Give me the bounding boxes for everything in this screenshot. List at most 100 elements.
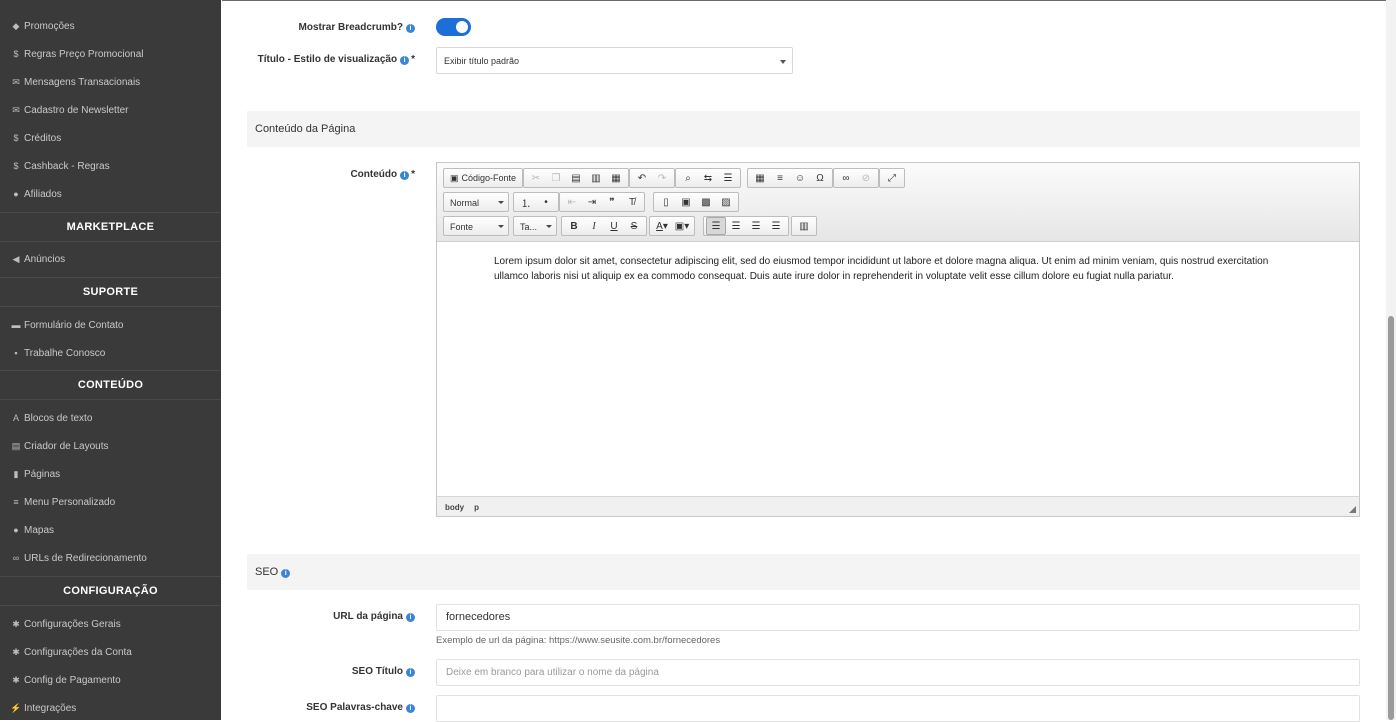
image-icon[interactable]: ▨ [716,193,736,211]
info-icon[interactable]: i [400,171,410,180]
sidebar-item-urls-de-redirecionamento[interactable]: ∞ URLs de Redirecionamento [0,544,221,572]
envelope-icon: ✉ [12,76,20,87]
dollar-icon: $ [13,49,19,59]
section-seo: SEO i [247,554,1360,590]
undo-icon[interactable]: ↶ [632,169,652,187]
sidebar-item-blocos-de-texto[interactable]: A Blocos de texto [0,404,221,432]
align-center-icon[interactable]: ☰ [726,217,746,235]
special-char-icon[interactable]: Ω [810,169,830,187]
bulleted-list-icon[interactable]: • [536,193,556,211]
bullhorn-icon: ◀ [12,253,20,264]
resize-handle-icon[interactable] [1349,506,1356,513]
editor-body[interactable]: Lorem ipsum dolor sit amet, consectetur … [437,242,1359,496]
document-icon[interactable]: ▯ [656,193,676,211]
background-color-icon[interactable]: ▣▾ [672,217,692,235]
outdent-icon[interactable]: ⇤ [562,193,582,211]
scrollbar[interactable] [1386,0,1396,720]
sidebar-item-mensagens-transacionais[interactable]: ✉ Mensagens Transacionais [0,68,221,96]
strike-icon[interactable]: S [624,217,644,235]
text-color-icon[interactable]: A ▾ [652,217,672,235]
info-icon[interactable]: i [406,613,415,622]
horizontal-line-icon[interactable]: ≡ [770,169,790,187]
align-left-icon[interactable]: ☰ [706,217,726,235]
sidebar-item-cr-ditos[interactable]: $ Créditos [0,124,221,152]
copy-icon[interactable]: ❐ [546,169,566,187]
paste-word-icon[interactable]: ▦ [606,169,626,187]
breadcrumb-toggle[interactable] [436,18,471,36]
title-style-select[interactable]: Exibir título padrão [436,47,793,74]
underline-icon[interactable]: U [604,217,624,235]
info-icon[interactable]: i [281,569,291,578]
chevron-down-icon [780,60,786,64]
numbered-list-icon[interactable]: ⒈ [516,193,536,211]
table-icon[interactable]: ▦ [750,169,770,187]
briefcase-icon: ▪ [14,348,18,358]
sidebar-item-an-ncios[interactable]: ◀ Anúncios [0,245,221,273]
redo-icon[interactable]: ↷ [652,169,672,187]
show-blocks-icon[interactable]: ▥ [794,217,814,235]
title-style-label: Título - Estilo de visualização i * [257,54,415,65]
italic-icon[interactable]: I [584,217,604,235]
menu-icon: ≡ [13,497,19,507]
font-select[interactable]: Fonte [443,216,509,236]
sidebar-item-regras-pre-o-promocional[interactable]: $ Regras Preço Promocional [0,40,221,68]
info-icon[interactable]: i [406,24,415,33]
toolbar-group-basic: B I U S [561,216,647,236]
sidebar-item-formul-rio-de-contato[interactable]: ▬ Formulário de Contato [0,311,221,339]
sidebar-item-cashback-regras[interactable]: $ Cashback - Regras [0,152,221,180]
replace-icon[interactable]: ⇆ [698,169,718,187]
smiley-icon[interactable]: ☺ [790,169,810,187]
source-code-button[interactable]: ▣ Código-Fonte [446,169,520,187]
seo-title-input[interactable]: Deixe em branco para utilizar o nome da … [436,659,1360,686]
sidebar-item-menu-personalizado[interactable]: ≡ Menu Personalizado [0,488,221,516]
sidebar: ◆ Promoções $ Regras Preço Promocional ✉ Mens… [0,0,221,720]
align-justify-icon[interactable]: ☰ [766,217,786,235]
info-icon[interactable]: i [406,668,415,677]
sidebar-item-promo-es[interactable]: ◆ Promoções [0,12,221,40]
flash-icon[interactable]: ▩ [696,193,716,211]
sidebar-item-label: Mapas [24,524,55,536]
link-icon[interactable]: ∞ [836,169,856,187]
sidebar-item-config-de-pagamento[interactable]: ✱ Config de Pagamento [0,666,221,694]
sidebar-item-trabalhe-conosco[interactable]: ▪ Trabalhe Conosco [0,339,221,367]
paste-icon[interactable]: ▤ [566,169,586,187]
unlink-icon[interactable]: ⊘ [856,169,876,187]
maximize-icon[interactable]: ⤢ [882,169,902,187]
align-right-icon[interactable]: ☰ [746,217,766,235]
sidebar-item-label: Cashback - Regras [24,160,110,172]
blockquote-icon[interactable]: ❞ [602,193,622,211]
sidebar-item-cadastro-de-newsletter[interactable]: ✉ Cadastro de Newsletter [0,96,221,124]
sidebar-heading-conteudo: CONTEÚDO [0,370,221,400]
editor-text[interactable]: Lorem ipsum dolor sit amet, consectetur … [494,254,1314,284]
remove-format-icon[interactable]: T̸ [622,193,642,211]
file-icon: ▮ [13,468,19,479]
indent-icon[interactable]: ⇥ [582,193,602,211]
editor-paragraph-line: Lorem ipsum dolor sit amet, consectetur … [494,256,1269,267]
path-body[interactable]: body [445,503,464,512]
format-select[interactable]: Normal [443,192,509,212]
rich-text-editor[interactable]: ▣Código-Fonte ✂ ❐ ▤ ▥ ▦ ↶ ↷ ⌕ ⇆ ☰ ▦ ≡ ☺ [436,162,1360,517]
cut-icon[interactable]: ✂ [526,169,546,187]
info-icon[interactable]: i [400,56,410,65]
scrollbar-thumb[interactable] [1388,316,1394,720]
select-all-icon[interactable]: ☰ [718,169,738,187]
sidebar-item-afiliados[interactable]: ● Afiliados [0,180,221,208]
url-input[interactable]: fornecedores [436,604,1360,631]
seo-keywords-input[interactable] [436,695,1360,722]
sidebar-item-criador-de-layouts[interactable]: ▤ Criador de Layouts [0,432,221,460]
find-icon[interactable]: ⌕ [678,169,698,187]
font-size-select[interactable]: Ta... [513,216,557,236]
bold-icon[interactable]: B [564,217,584,235]
path-p[interactable]: p [474,503,479,512]
info-icon[interactable]: i [406,704,415,713]
gear-icon: ✱ [12,618,20,629]
paste-text-icon[interactable]: ▥ [586,169,606,187]
link-icon: ∞ [12,553,20,563]
sidebar-item-p-ginas[interactable]: ▮ Páginas [0,460,221,488]
sidebar-item-integra-es[interactable]: ⚡ Integrações [0,694,221,720]
sidebar-item-configura-es-gerais[interactable]: ✱ Configurações Gerais [0,610,221,638]
map-marker-icon: ● [13,525,19,535]
template-icon[interactable]: ▣ [676,193,696,211]
sidebar-item-mapas[interactable]: ● Mapas [0,516,221,544]
sidebar-item-configura-es-da-conta[interactable]: ✱ Configurações da Conta [0,638,221,666]
